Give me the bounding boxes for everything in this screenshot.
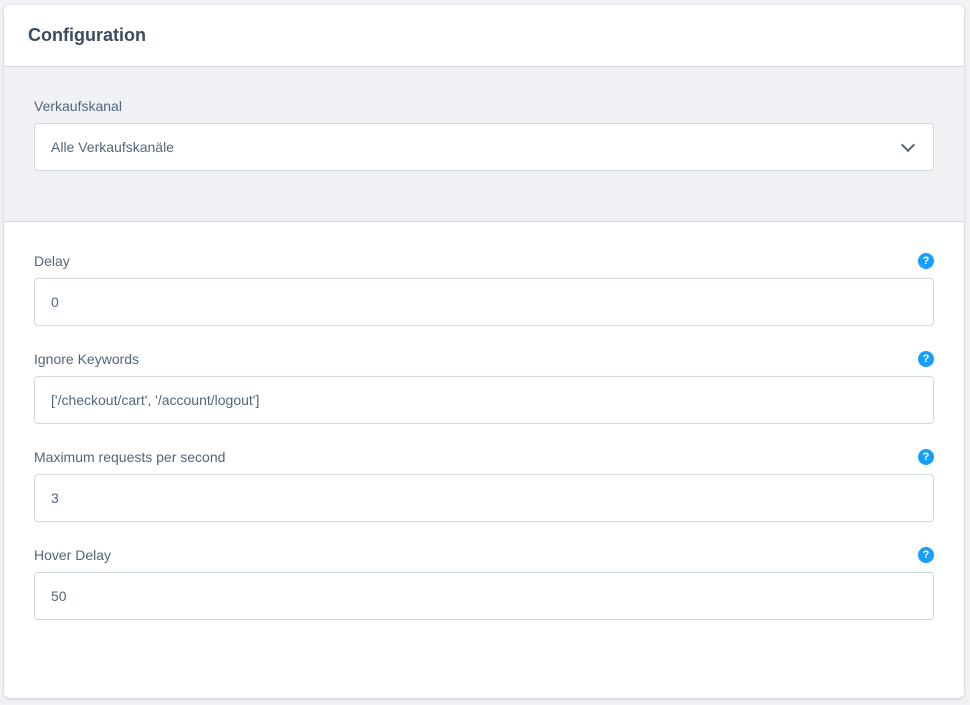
ignore-keywords-input[interactable]: ['/checkout/cart', '/account/logout']	[34, 376, 934, 424]
ignore-keywords-field-group: Ignore Keywords ? ['/checkout/cart', '/a…	[34, 350, 934, 424]
sales-channel-selected-value: Alle Verkaufskanäle	[51, 139, 174, 155]
chevron-down-icon	[900, 137, 916, 152]
help-icon[interactable]: ?	[918, 449, 934, 465]
sales-channel-label-row: Verkaufskanal	[34, 97, 934, 115]
hover-delay-label-row: Hover Delay ?	[34, 546, 934, 564]
hover-delay-label: Hover Delay	[34, 547, 112, 563]
card-title: Configuration	[28, 25, 146, 45]
sales-channel-select[interactable]: Alle Verkaufskanäle	[34, 123, 934, 171]
delay-value: 0	[51, 294, 59, 310]
max-requests-label: Maximum requests per second	[34, 449, 226, 465]
delay-field-group: Delay ? 0	[34, 252, 934, 326]
max-requests-value: 3	[51, 490, 59, 506]
help-icon[interactable]: ?	[918, 351, 934, 367]
help-icon[interactable]: ?	[918, 547, 934, 563]
card-header: Configuration	[4, 5, 964, 67]
configuration-card: Configuration Verkaufskanal Alle Verkauf…	[4, 5, 964, 698]
ignore-keywords-value: ['/checkout/cart', '/account/logout']	[51, 392, 260, 408]
delay-label-row: Delay ?	[34, 252, 934, 270]
hover-delay-value: 50	[51, 588, 67, 604]
delay-label: Delay	[34, 253, 70, 269]
max-requests-input[interactable]: 3	[34, 474, 934, 522]
delay-input[interactable]: 0	[34, 278, 934, 326]
ignore-keywords-label: Ignore Keywords	[34, 351, 140, 367]
hover-delay-field-group: Hover Delay ? 50	[34, 546, 934, 620]
max-requests-field-group: Maximum requests per second ? 3	[34, 448, 934, 522]
help-icon[interactable]: ?	[918, 253, 934, 269]
sales-channel-section: Verkaufskanal Alle Verkaufskanäle	[4, 67, 964, 222]
hover-delay-input[interactable]: 50	[34, 572, 934, 620]
max-requests-label-row: Maximum requests per second ?	[34, 448, 934, 466]
sales-channel-label: Verkaufskanal	[34, 98, 122, 114]
fields-section: Delay ? 0 Ignore Keywords ? ['/checkout/…	[4, 222, 964, 620]
ignore-keywords-label-row: Ignore Keywords ?	[34, 350, 934, 368]
